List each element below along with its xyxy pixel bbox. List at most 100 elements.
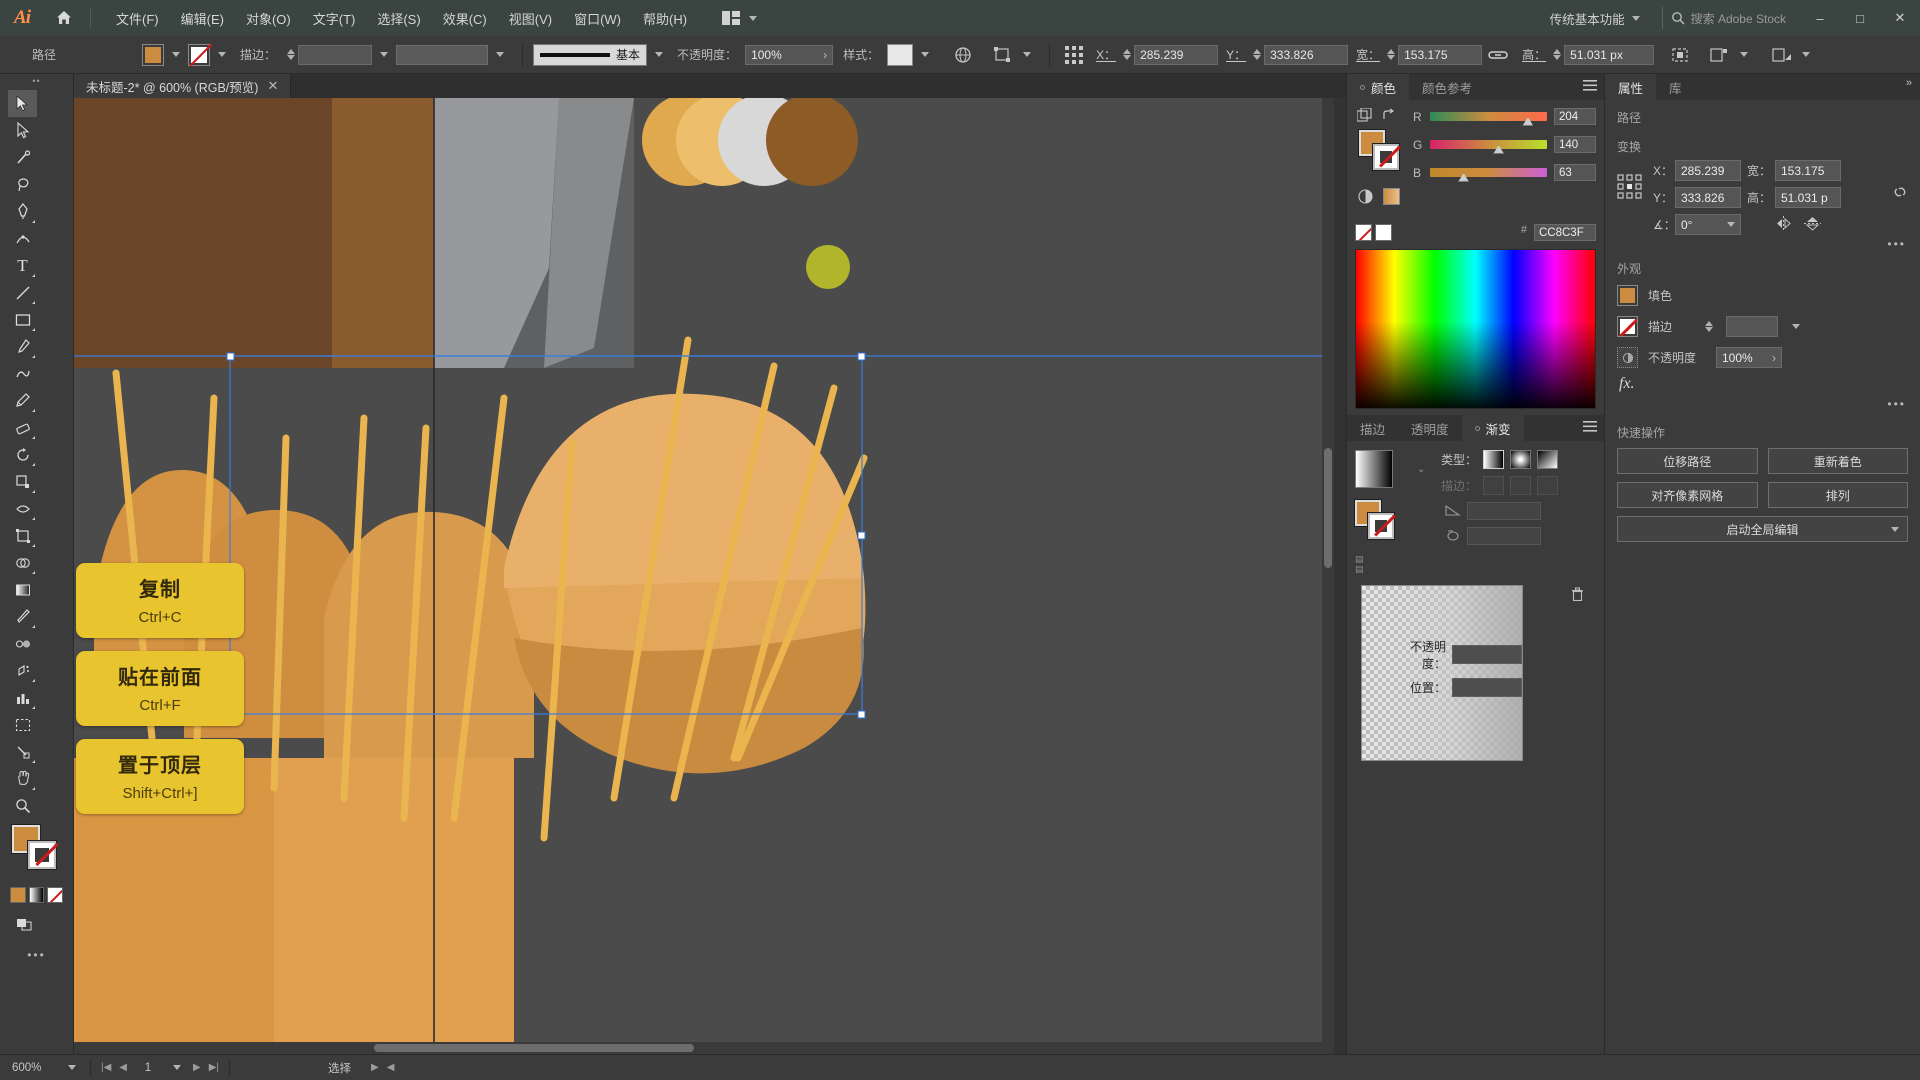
rectangle-tool[interactable] [8,306,37,333]
gradient-aspect-field[interactable] [1467,527,1541,545]
prev-page-icon[interactable]: ◀ [115,1062,131,1073]
angle-field[interactable]: 0° [1675,214,1741,235]
close-icon[interactable]: ✕ [267,78,278,94]
pen-tool[interactable] [8,198,37,225]
more-tools-icon[interactable]: ••• [27,948,46,962]
chevron-down-icon[interactable] [1891,527,1899,532]
color-mode-none[interactable] [47,887,64,903]
column-graph-tool[interactable] [8,684,37,711]
panel-menu-icon[interactable] [1583,421,1597,435]
freeform-gradient-button[interactable] [1537,450,1558,469]
chevron-down-icon[interactable] [921,52,930,57]
status-text[interactable]: 选择 [328,1060,351,1076]
start-global-edit-button[interactable]: 启动全局编辑 [1617,516,1908,542]
swatch-none[interactable] [1355,224,1372,241]
canvas-horizontal-scrollbar[interactable] [74,1042,1322,1054]
zoom-level[interactable]: 600% [0,1062,60,1074]
tools-overflow[interactable]: ••• [0,942,73,962]
channel-value-r[interactable]: 204 [1554,108,1596,125]
workspace-switcher[interactable]: 传统基本功能 [1542,6,1648,31]
hand-tool[interactable] [8,765,37,792]
fx-button[interactable]: fx. [1619,375,1635,392]
paintbrush-tool[interactable] [8,333,37,360]
height-stepper[interactable] [1553,49,1562,60]
shape-builder-tool[interactable] [8,549,37,576]
stroke-weight-field[interactable] [298,44,373,65]
width-field[interactable]: 153.175 [1775,160,1841,181]
pencil-tool[interactable] [8,387,37,414]
slider-track-r[interactable] [1430,112,1547,126]
opacity-field[interactable]: 100% › [745,44,834,65]
trash-icon[interactable] [1571,587,1584,604]
artboard-tool[interactable] [8,711,37,738]
tab-properties[interactable]: 属性 [1605,74,1657,100]
first-page-icon[interactable]: |◀ [97,1062,115,1073]
globe-icon[interactable] [951,43,975,67]
line-segment-tool[interactable] [8,279,37,306]
y-field[interactable]: 333.826 [1675,187,1741,208]
stroke-color-picker[interactable] [188,43,234,66]
gradient-stroke-swatch[interactable] [1367,512,1395,540]
chevron-down-icon[interactable] [1802,52,1811,57]
fill-swatch[interactable] [142,43,165,66]
x-stepper[interactable] [1123,49,1132,60]
minimize-button[interactable]: – [1800,0,1840,36]
arrange-documents-icon[interactable] [716,7,763,29]
menu-edit[interactable]: 编辑(E) [170,4,235,33]
color-stroke-swatch[interactable] [1372,143,1400,171]
menu-select[interactable]: 选择(S) [366,4,431,33]
chevron-down-icon[interactable] [1727,222,1735,227]
preferences-icon[interactable] [1770,43,1794,67]
color-mode-gradient[interactable] [28,887,45,903]
stroke-profile-dropdown[interactable] [396,44,489,65]
gradient-mode-icon[interactable] [1357,188,1374,205]
document-setup-icon[interactable] [1708,43,1732,67]
channel-value-b[interactable]: 63 [1554,164,1596,181]
scrollbar-thumb[interactable] [1324,448,1332,568]
tab-gradient[interactable]: 渐变 [1461,415,1524,441]
collapse-panel-icon[interactable]: » [1906,77,1912,89]
gradient-reverse-icon[interactable]: ▤ ▤ [1355,554,1407,575]
artboard-number[interactable]: 1 [131,1062,165,1074]
flip-horizontal-icon[interactable] [1775,215,1792,234]
appearance-more-options[interactable]: ••• [1887,397,1906,411]
chevron-down-icon[interactable] [1740,52,1749,57]
tab-transparency[interactable]: 透明度 [1398,415,1462,441]
linear-gradient-button[interactable] [1483,450,1504,469]
curvature-tool[interactable] [8,225,37,252]
link-chain-icon[interactable] [1486,43,1510,67]
gradient-location-field[interactable] [1452,677,1522,697]
graphic-style-swatch[interactable] [887,43,914,66]
chevron-down-icon[interactable] [1023,52,1032,57]
maximize-button[interactable]: □ [1840,0,1880,36]
lasso-tool[interactable] [8,171,37,198]
reference-point-selector[interactable] [1617,160,1643,203]
chevron-down-icon[interactable] [1792,324,1800,329]
appearance-stroke-swatch[interactable] [1617,316,1638,337]
chevron-down-icon[interactable] [173,1065,181,1070]
slice-tool[interactable] [8,738,37,765]
drawing-mode-icon[interactable] [9,911,38,938]
width-field[interactable]: 153.175 [1398,44,1483,65]
y-field[interactable]: 333.826 [1264,44,1349,65]
chevron-down-icon[interactable] [68,1065,76,1070]
chevron-down-icon[interactable] [380,52,389,57]
slider-track-g[interactable] [1430,140,1547,154]
reference-point-selector[interactable] [1060,43,1088,67]
scrollbar-thumb[interactable] [374,1044,694,1052]
tool-stroke-swatch[interactable] [27,840,57,870]
status-expand-icon[interactable]: ▶ [367,1062,383,1073]
artboard-canvas[interactable]: 复制 Ctrl+C 贴在前面 Ctrl+F 置于顶层 Shift+Ctrl+] [74,98,1334,1054]
width-tool[interactable] [8,495,37,522]
gradient-opacity-field[interactable] [1452,645,1522,665]
align-pixel-grid-button[interactable]: 对齐像素网格 [1617,482,1758,508]
next-page-icon[interactable]: ▶ [189,1062,205,1073]
gradient-slider-area[interactable]: 不透明度： 位置： [1361,584,1523,761]
hex-field[interactable]: CC8C3F [1534,224,1596,241]
chevron-down-icon[interactable] [655,52,664,57]
tab-libraries[interactable]: 库 [1656,74,1695,100]
fill-color-picker[interactable] [142,43,188,66]
gradient-preview-swatch[interactable] [1355,450,1393,488]
menu-window[interactable]: 窗口(W) [563,4,632,33]
align-icon[interactable] [1668,43,1692,67]
